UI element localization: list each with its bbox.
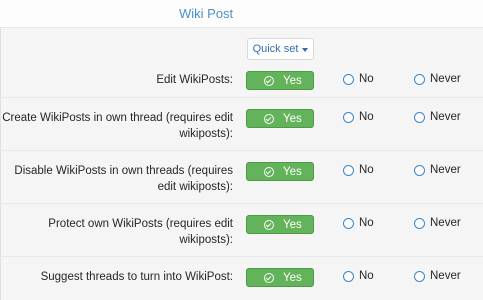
no-label: No [359, 164, 374, 176]
no-label: No [359, 111, 374, 123]
permission-row: Create WikiPosts in own thread (requires… [0, 109, 483, 141]
yes-label: Yes [283, 165, 302, 178]
permission-row: Edit WikiPosts: Yes No Never [0, 70, 483, 90]
yes-label: Yes [283, 74, 302, 87]
quick-set-label: Quick set [252, 43, 299, 55]
permission-label: Edit WikiPosts: [156, 74, 233, 86]
permission-label: Create WikiPosts in own thread (requires… [2, 112, 233, 140]
radio-never[interactable] [414, 111, 425, 123]
radio-never[interactable] [414, 217, 425, 229]
caret-down-icon [302, 47, 309, 52]
never-option[interactable]: Never [414, 270, 461, 282]
never-option[interactable]: Never [414, 217, 461, 229]
radio-never[interactable] [414, 73, 425, 85]
radio-no[interactable] [343, 270, 354, 282]
no-option[interactable]: No [343, 111, 374, 123]
never-label: Never [430, 73, 461, 85]
yes-label: Yes [283, 271, 302, 284]
check-circle-icon [264, 219, 274, 230]
quick-set-button[interactable]: Quick set [247, 38, 314, 60]
check-circle-icon [264, 75, 274, 86]
permission-label: Disable WikiPosts in own threads (requir… [14, 165, 233, 193]
no-option[interactable]: No [343, 164, 374, 176]
permission-row: Protect own WikiPosts (requires edit wik… [0, 215, 483, 247]
yes-button[interactable]: Yes [246, 109, 314, 128]
row-separator [0, 150, 483, 151]
never-label: Never [430, 164, 461, 176]
no-label: No [359, 270, 374, 282]
permission-label: Suggest threads to turn into WikiPost: [40, 271, 233, 283]
section-header: Wiki Post [0, 0, 483, 28]
check-circle-icon [264, 166, 274, 177]
check-circle-icon [264, 113, 274, 124]
radio-never[interactable] [414, 164, 425, 176]
never-option[interactable]: Never [414, 73, 461, 85]
yes-button[interactable]: Yes [246, 215, 314, 234]
permission-row: Disable WikiPosts in own threads (requir… [0, 162, 483, 194]
no-option[interactable]: No [343, 270, 374, 282]
never-label: Never [430, 217, 461, 229]
yes-label: Yes [283, 112, 302, 125]
check-circle-icon [264, 272, 274, 283]
no-option[interactable]: No [343, 73, 374, 85]
permission-label: Protect own WikiPosts (requires edit wik… [48, 218, 233, 246]
yes-button[interactable]: Yes [246, 71, 314, 90]
radio-no[interactable] [343, 111, 354, 123]
row-separator [0, 256, 483, 257]
yes-button[interactable]: Yes [246, 162, 314, 181]
radio-no[interactable] [343, 73, 354, 85]
yes-label: Yes [283, 218, 302, 231]
never-option[interactable]: Never [414, 111, 461, 123]
permission-row: Suggest threads to turn into WikiPost: Y… [0, 267, 483, 287]
yes-button[interactable]: Yes [246, 268, 314, 287]
never-label: Never [430, 111, 461, 123]
never-option[interactable]: Never [414, 164, 461, 176]
radio-never[interactable] [414, 270, 425, 282]
no-label: No [359, 217, 374, 229]
row-separator [0, 97, 483, 98]
never-label: Never [430, 270, 461, 282]
no-option[interactable]: No [343, 217, 374, 229]
section-title: Wiki Post [179, 6, 234, 21]
no-label: No [359, 73, 374, 85]
radio-no[interactable] [343, 164, 354, 176]
radio-no[interactable] [343, 217, 354, 229]
row-separator [0, 203, 483, 204]
